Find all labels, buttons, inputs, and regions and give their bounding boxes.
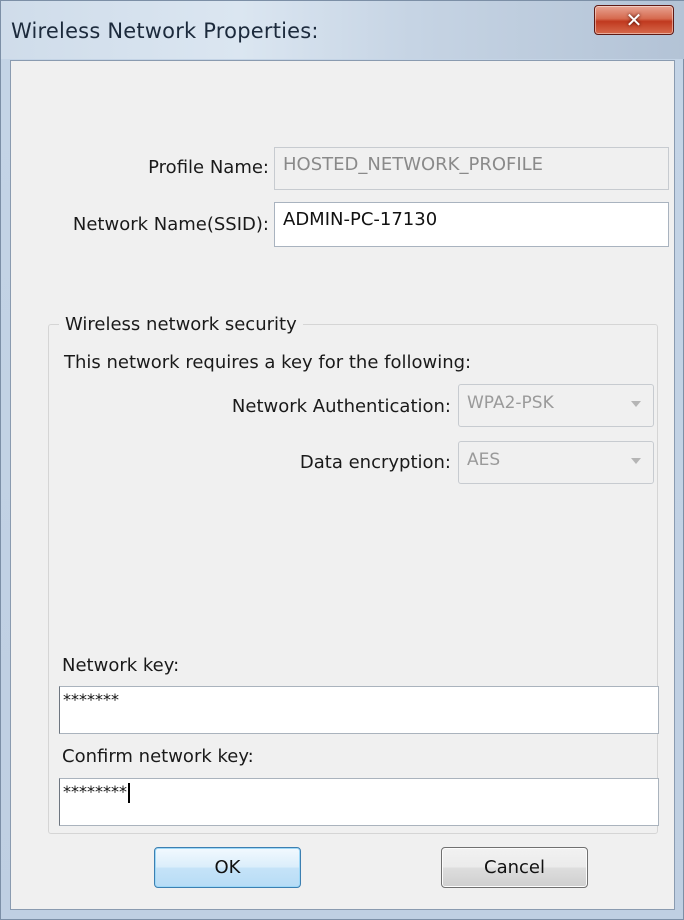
auth-label: Network Authentication: [231, 396, 451, 417]
ssid-label: Network Name(SSID): [72, 214, 269, 235]
auth-select: WPA2-PSK [458, 384, 654, 427]
dialog-window: Wireless Network Properties: ✕ Profile N… [0, 0, 684, 920]
ok-button[interactable]: OK [154, 847, 301, 888]
network-key-label: Network key: [62, 655, 180, 676]
confirm-key-value: ******** [63, 782, 127, 801]
confirm-key-label: Confirm network key: [62, 746, 254, 767]
chevron-down-icon [631, 458, 641, 464]
auth-value: WPA2-PSK [467, 393, 554, 413]
text-caret [128, 782, 130, 803]
profile-name-label: Profile Name: [148, 157, 269, 178]
cancel-button[interactable]: Cancel [441, 847, 588, 888]
network-key-input[interactable]: ******* [59, 686, 659, 734]
encryption-select: AES [458, 441, 654, 484]
encryption-value: AES [467, 450, 501, 470]
network-key-value: ******* [63, 690, 119, 709]
profile-name-field: HOSTED_NETWORK_PROFILE [274, 147, 669, 190]
close-icon: ✕ [625, 8, 643, 32]
chevron-down-icon [631, 401, 641, 407]
dialog-content: Profile Name: HOSTED_NETWORK_PROFILE Net… [10, 60, 675, 910]
security-description: This network requires a key for the foll… [64, 352, 472, 373]
confirm-key-input[interactable]: ******** [59, 778, 659, 826]
ssid-input[interactable]: ADMIN-PC-17130 [274, 202, 669, 247]
window-title: Wireless Network Properties: [11, 19, 319, 43]
encryption-label: Data encryption: [299, 452, 451, 473]
title-bar[interactable]: Wireless Network Properties: ✕ [1, 1, 684, 59]
security-group-title: Wireless network security [59, 314, 303, 335]
close-button[interactable]: ✕ [594, 5, 674, 35]
